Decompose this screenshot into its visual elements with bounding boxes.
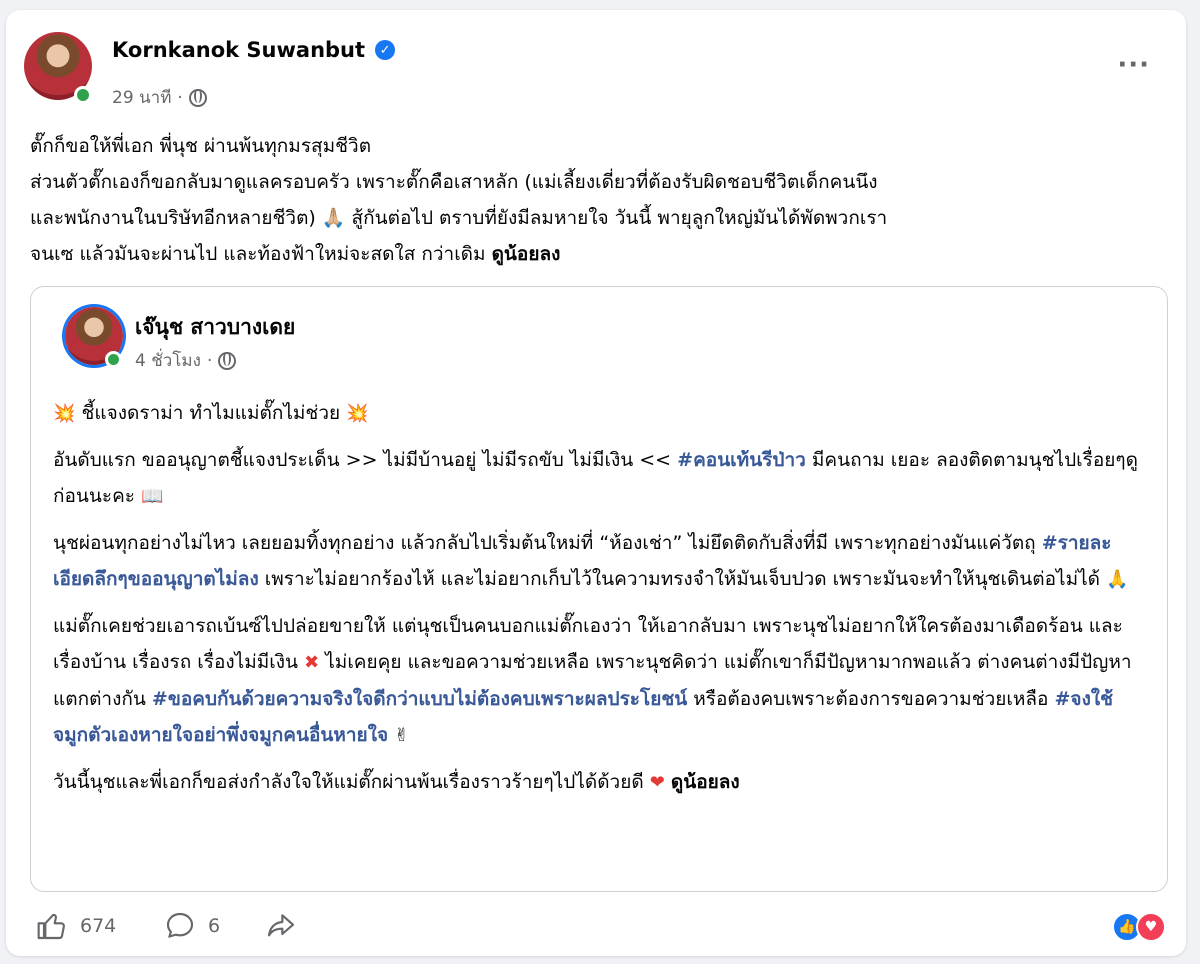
love-reaction-icon: ♥ [1136, 912, 1166, 942]
victory-hand-emoji-icon: ✌ [394, 725, 410, 746]
post-card: Kornkanok Suwanbut ✓ 29 นาที · ··· ตั๊กก… [6, 10, 1186, 956]
like-icon [37, 913, 65, 940]
reaction-summary[interactable]: 👍 ♥ [1112, 912, 1166, 942]
post-line: จนเซ แล้วมันจะผ่านไป และท้องฟ้าใหม่จะสดใ… [30, 243, 561, 265]
author-avatar[interactable] [24, 32, 92, 104]
post-line: ส่วนตัวตั๊กเองก็ขอกลับมาดูแลครอบครัว เพร… [30, 171, 878, 193]
hashtag-link[interactable]: #ขอคบกันด้วยความจริงใจดีกว่าแบบไม่ต้องคบ… [152, 688, 687, 710]
like-count: 674 [80, 915, 117, 937]
post-timestamp[interactable]: 29 นาที [112, 84, 171, 111]
post-line: ตั๊กก็ขอให้พี่เอก พี่นุช ผ่านพ้นทุกมรสุม… [30, 135, 372, 157]
post-actions: 674 6 👍 ♥ [36, 902, 1166, 950]
see-less-link[interactable]: ดูน้อยลง [671, 771, 740, 793]
hashtag-link[interactable]: #คอนเท้นรีป่าว [677, 449, 806, 471]
post-body: ตั๊กก็ขอให้พี่เอก พี่นุช ผ่านพ้นทุกมรสุม… [30, 128, 1160, 272]
shared-timestamp[interactable]: 4 ชั่วโมง [135, 347, 201, 374]
pray-emoji-icon: 🙏 [1106, 569, 1129, 590]
globe-icon [188, 88, 207, 107]
shared-paragraph: วันนี้นุชและพี่เอกก็ขอส่งกำลังใจให้แม่ตั… [53, 764, 1143, 801]
share-button[interactable] [264, 910, 298, 942]
collision-emoji-icon: 💥 [53, 403, 76, 424]
shared-meta: 4 ชั่วโมง · [135, 347, 237, 374]
shared-paragraph: อันดับแรก ขออนุญาตชี้แจงประเด็น >> ไม่มี… [53, 442, 1143, 515]
more-options-icon[interactable]: ··· [1117, 50, 1150, 80]
online-status-dot [105, 351, 122, 368]
collision-emoji-icon: 💥 [346, 403, 369, 424]
post-line: และพนักงานในบริษัทอีกหลายชีวิต) 🙏🏼 สู้กั… [30, 207, 888, 229]
heart-emoji-icon: ❤ [649, 772, 665, 793]
shared-title-line: 💥 ชี้แจงดราม่า ทำไมแม่ตั๊กไม่ช่วย 💥 [53, 395, 1143, 432]
like-button[interactable]: 674 [36, 910, 116, 942]
online-status-dot [74, 86, 92, 104]
comment-button[interactable]: 6 [164, 910, 220, 942]
cross-mark-emoji-icon: ✖ [304, 652, 320, 673]
shared-title: ชี้แจงดราม่า ทำไมแม่ตั๊กไม่ช่วย [81, 402, 341, 424]
comment-count: 6 [208, 915, 221, 937]
post-author: Kornkanok Suwanbut ✓ [112, 38, 396, 62]
globe-icon [218, 351, 237, 370]
author-name-link[interactable]: Kornkanok Suwanbut [112, 38, 365, 62]
verified-badge-icon: ✓ [375, 40, 396, 60]
shared-author-name[interactable]: เจ๊นุช สาวบางเดย [135, 311, 295, 344]
comment-icon [166, 912, 194, 938]
shared-post[interactable]: เจ๊นุช สาวบางเดย 4 ชั่วโมง · 💥 ชี้แจงดรา… [30, 286, 1168, 892]
shared-paragraph: นุชผ่อนทุกอย่างไม่ไหว เลยยอมทิ้งทุกอย่าง… [53, 525, 1143, 598]
see-less-link[interactable]: ดูน้อยลง [492, 243, 561, 265]
post-meta: 29 นาที · [112, 84, 207, 111]
shared-body: 💥 ชี้แจงดราม่า ทำไมแม่ตั๊กไม่ช่วย 💥 อันด… [53, 395, 1143, 811]
shared-paragraph: แม่ตั๊กเคยช่วยเอารถเบ้นซ์ไปปล่อยขายให้ แ… [53, 608, 1143, 754]
shared-author-avatar[interactable] [65, 307, 123, 368]
book-emoji-icon: 📖 [141, 486, 164, 507]
share-icon [267, 914, 295, 937]
